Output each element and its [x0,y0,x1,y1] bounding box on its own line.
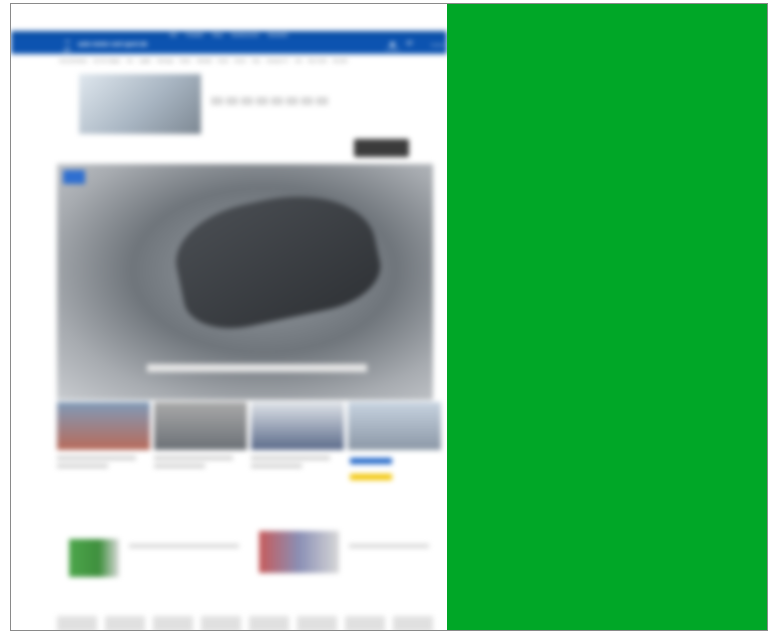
top-nav-item[interactable]: Shop [212,32,222,37]
category-nav-item[interactable]: Wie es Wird [308,59,327,63]
teaser-card[interactable] [251,402,344,502]
teaser-thumbnail [348,402,441,450]
ad-button[interactable] [354,139,409,157]
site-header: Menü auto motor und sport.de Anmelden 67… [11,37,447,54]
teaser-card[interactable] [57,402,150,502]
header-extra-link[interactable]: Newsletter [431,43,445,47]
ad-text-placeholder [211,97,331,105]
category-nav-item[interactable]: motorsport-TV [266,59,288,63]
cart-count[interactable]: 67 [407,41,413,47]
category-nav-item[interactable]: Fahrzeuge [157,59,174,63]
site-logo[interactable]: auto motor und sport.de [78,42,147,48]
teaser-text-placeholder [154,464,206,468]
teaser-headline-placeholder [57,456,137,460]
article-text-placeholder [129,544,239,548]
teaser-thumbnail [251,402,344,450]
browser-frame: Wet Produkte Shop Sonderservice Newslett… [10,3,768,631]
hero-car-shape [166,179,388,339]
teaser-thumbnail [154,402,247,450]
top-nav-item[interactable]: Sonderservice [231,32,259,37]
top-nav-item[interactable]: Newsletter [268,32,288,37]
account-button[interactable]: Anmelden [386,42,400,51]
hero-caption-placeholder [147,364,367,372]
teaser-tag [350,458,392,464]
article-thumbnail[interactable] [259,531,339,573]
category-nav-item[interactable]: Abo-Welt [333,59,347,63]
hero-badge [63,170,85,184]
teaser-card[interactable] [154,402,247,502]
hero-article-image[interactable] [57,164,433,400]
category-nav-item[interactable]: Shop [252,59,260,63]
article-text-placeholder [349,544,429,548]
category-nav-item[interactable]: Test [126,59,132,63]
account-label: Anmelden [386,47,400,51]
bottom-content-strip [57,616,441,630]
category-nav-item[interactable]: Partner [179,59,190,63]
teaser-card[interactable] [348,402,441,502]
blurred-webpage: Wet Produkte Shop Sonderservice Newslett… [11,4,447,630]
teaser-tag [350,474,392,480]
menu-label: Menü [63,49,71,53]
page-content: Wet Produkte Shop Sonderservice Newslett… [11,4,447,630]
category-nav-item[interactable]: Service [234,59,246,63]
category-nav-item[interactable]: Jobs [295,59,302,63]
category-nav-item[interactable]: Events [218,59,229,63]
teaser-headline-placeholder [154,456,234,460]
category-nav-item[interactable]: Logistik [139,59,151,63]
ad-image[interactable] [79,74,201,134]
teaser-row [57,402,441,502]
teaser-text-placeholder [57,464,109,468]
category-nav-item[interactable]: Zoom (Anmelden) [59,59,87,63]
teaser-text-placeholder [251,464,303,468]
top-nav-item[interactable]: Wet [170,32,177,37]
menu-icon[interactable] [65,41,70,49]
green-screen-panel [447,4,767,630]
teaser-headline-placeholder [251,456,331,460]
category-nav-item[interactable]: Werkstatt [197,59,212,63]
category-nav-item[interactable]: Top Thé Collagne [93,59,120,63]
teaser-thumbnail [57,402,150,450]
article-thumbnail[interactable] [69,539,119,577]
top-nav-item[interactable]: Produkte [186,32,203,37]
category-nav: Zoom (Anmelden) Top Thé Collagne Test Lo… [59,57,447,64]
